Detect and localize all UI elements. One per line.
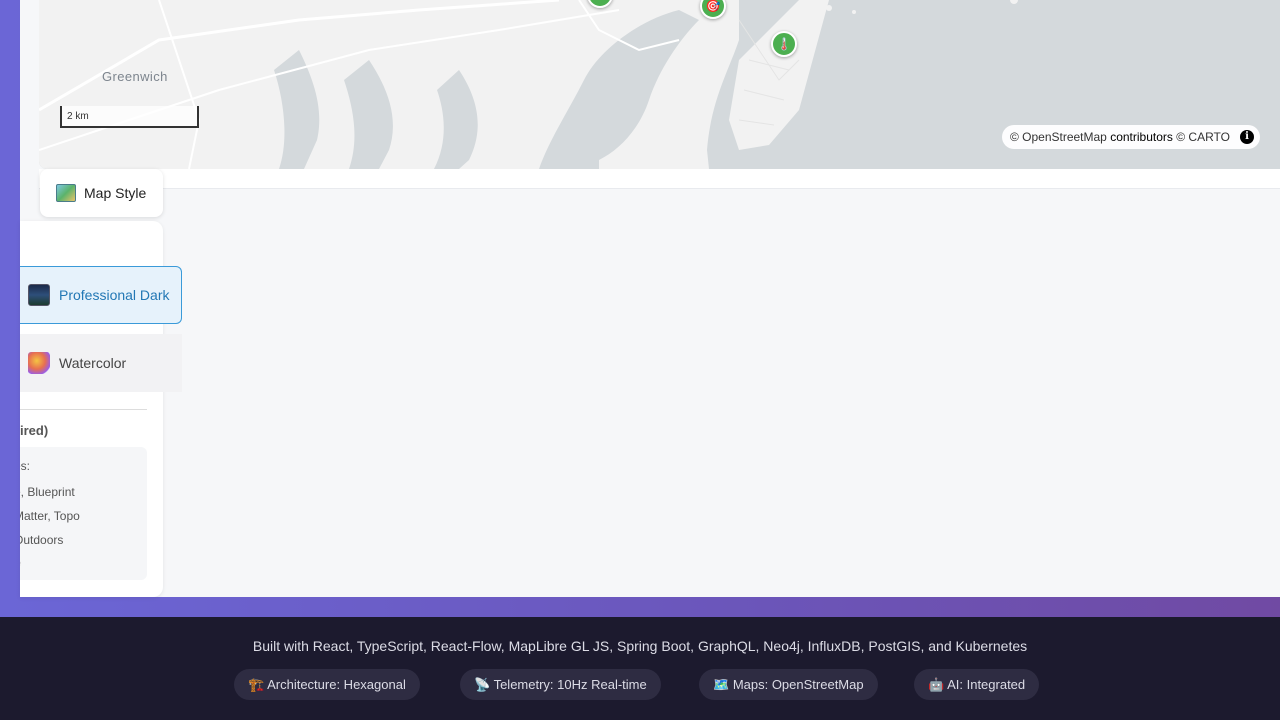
badge-telemetry: 📡 Telemetry: 10Hz Real-time — [460, 669, 661, 700]
info-note: le — [20, 558, 21, 568]
style-info-box: es: e, Blueprint Matter, Topo Outdoors l… — [20, 447, 147, 580]
info-line: e, Blueprint — [20, 485, 75, 499]
attribution-carto[interactable]: © CARTO — [1176, 130, 1230, 144]
badge-label: Telemetry: 10Hz Real-time — [493, 677, 647, 692]
scale-bar: 2 km — [60, 106, 199, 128]
badge-label: AI: Integrated — [947, 677, 1026, 692]
construction-icon: 🏗️ — [248, 677, 265, 692]
badge-label: Maps: OpenStreetMap — [732, 677, 864, 692]
style-option-professional-dark[interactable]: Professional Dark — [20, 266, 182, 324]
attribution-osm[interactable]: © OpenStreetMap — [1010, 130, 1107, 144]
map-style-button[interactable]: Map Style — [40, 169, 163, 217]
map-canvas[interactable]: Greenwich 2 km © OpenStreetMap contribut… — [39, 0, 1280, 169]
palette-icon — [28, 352, 50, 374]
thermometer-marker-icon[interactable]: 🌡️ — [771, 31, 797, 57]
map-attribution: © OpenStreetMap contributors © CARTO i — [1001, 125, 1260, 149]
style-option-watercolor[interactable]: Watercolor — [20, 334, 182, 392]
badge-maps: 🗺️ Maps: OpenStreetMap — [699, 669, 878, 700]
map-tile-icon — [56, 184, 76, 202]
world-map-icon: 🗺️ — [713, 677, 730, 692]
info-line: Outdoors — [20, 533, 64, 547]
footer: Built with React, TypeScript, React-Flow… — [0, 617, 1280, 720]
section-title: ired) — [20, 423, 49, 438]
satellite-antenna-icon: 📡 — [474, 677, 491, 692]
info-line: es: — [20, 459, 31, 473]
badge-label: Architecture: Hexagonal — [267, 677, 406, 692]
built-with-text: Built with React, TypeScript, React-Flow… — [252, 638, 1028, 654]
badge-architecture: 🏗️ Architecture: Hexagonal — [234, 669, 420, 700]
panel-divider — [20, 409, 147, 410]
city-night-icon — [28, 284, 50, 306]
info-icon[interactable]: i — [1240, 130, 1254, 144]
map-divider — [39, 169, 1280, 189]
place-label: Greenwich — [102, 69, 168, 84]
style-option-label: Watercolor — [59, 355, 127, 371]
info-line: Matter, Topo — [20, 509, 80, 523]
attribution-contributors-link[interactable]: contributors — [1110, 130, 1173, 144]
style-option-label: Professional Dark — [59, 287, 170, 303]
map-style-label: Map Style — [84, 185, 147, 201]
robot-icon: 🤖 — [928, 677, 945, 692]
badge-ai: 🤖 AI: Integrated — [914, 669, 1040, 700]
scale-label: 2 km — [67, 111, 89, 122]
